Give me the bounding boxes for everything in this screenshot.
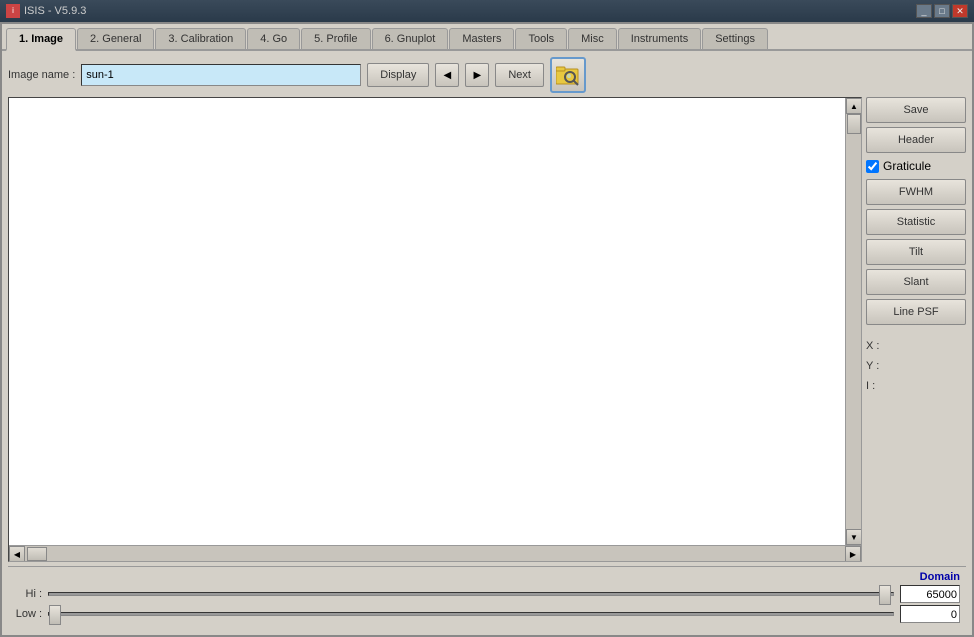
graticule-checkbox[interactable] xyxy=(866,160,879,173)
low-slider-track[interactable] xyxy=(48,612,894,616)
scroll-right-arrow[interactable]: ▶ xyxy=(845,546,861,562)
toolbar-row: Image name : Display ◀ ▶ Next xyxy=(8,57,966,93)
scroll-up-arrow[interactable]: ▲ xyxy=(846,98,861,114)
tab-general[interactable]: 2. General xyxy=(77,28,154,49)
hi-value: 65000 xyxy=(900,585,960,603)
window-title: ISIS - V5.9.3 xyxy=(24,5,86,17)
coord-y: Y : xyxy=(866,357,966,377)
hi-label: Hi : xyxy=(14,588,42,600)
scroll-left-arrow[interactable]: ◀ xyxy=(9,546,25,562)
h-scroll-thumb[interactable] xyxy=(27,547,47,561)
low-label: Low : xyxy=(14,608,42,620)
tab-tools[interactable]: Tools xyxy=(515,28,567,49)
low-slider-row: Low : 0 xyxy=(14,605,960,623)
hi-slider-row: Hi : 65000 xyxy=(14,585,960,603)
coord-area: X : Y : I : xyxy=(866,337,966,396)
title-bar: i ISIS - V5.9.3 _ □ ✕ xyxy=(0,0,974,22)
close-button[interactable]: ✕ xyxy=(952,4,968,18)
main-window: 1. Image 2. General 3. Calibration 4. Go… xyxy=(0,22,974,637)
scroll-down-arrow[interactable]: ▼ xyxy=(846,529,861,545)
tab-settings[interactable]: Settings xyxy=(702,28,768,49)
coord-i: I : xyxy=(866,377,966,397)
prev-nav-button[interactable]: ◀ xyxy=(435,63,459,87)
v-scrollbar[interactable]: ▲ ▼ xyxy=(845,98,861,545)
low-value: 0 xyxy=(900,605,960,623)
tab-profile[interactable]: 5. Profile xyxy=(301,28,370,49)
graticule-label: Graticule xyxy=(883,159,931,173)
tab-bar: 1. Image 2. General 3. Calibration 4. Go… xyxy=(2,24,972,51)
tab-instruments[interactable]: Instruments xyxy=(618,28,701,49)
line-psf-button[interactable]: Line PSF xyxy=(866,299,966,325)
v-scroll-thumb[interactable] xyxy=(847,114,861,134)
domain-label: Domain xyxy=(14,571,960,583)
v-scroll-track[interactable] xyxy=(846,114,861,529)
next-nav-button[interactable]: ▶ xyxy=(465,63,489,87)
h-scroll-track[interactable] xyxy=(25,546,845,561)
graticule-row: Graticule xyxy=(866,157,966,175)
low-slider-thumb[interactable] xyxy=(49,605,61,625)
hi-slider-thumb[interactable] xyxy=(879,585,891,605)
hi-slider-track[interactable] xyxy=(48,592,894,596)
tab-calibration[interactable]: 3. Calibration xyxy=(155,28,246,49)
header-button[interactable]: Header xyxy=(866,127,966,153)
maximize-button[interactable]: □ xyxy=(934,4,950,18)
h-scrollbar-area[interactable]: ◀ ▶ xyxy=(9,545,861,561)
tab-misc[interactable]: Misc xyxy=(568,28,617,49)
app-icon: i xyxy=(6,4,20,18)
folder-search-icon xyxy=(556,64,580,86)
image-name-label: Image name : xyxy=(8,69,75,81)
image-panel: ▲ ▼ ◀ ▶ xyxy=(8,97,862,562)
statistic-button[interactable]: Statistic xyxy=(866,209,966,235)
tilt-button[interactable]: Tilt xyxy=(866,239,966,265)
work-area: ▲ ▼ ◀ ▶ Save xyxy=(8,97,966,562)
save-button[interactable]: Save xyxy=(866,97,966,123)
tab-gnuplot[interactable]: 6. Gnuplot xyxy=(372,28,449,49)
tab-image[interactable]: 1. Image xyxy=(6,28,76,51)
image-canvas xyxy=(9,98,845,545)
display-button[interactable]: Display xyxy=(367,63,429,87)
image-name-input[interactable] xyxy=(81,64,361,86)
tab-go[interactable]: 4. Go xyxy=(247,28,300,49)
bottom-area: Domain Hi : 65000 Low : 0 xyxy=(8,566,966,629)
slant-button[interactable]: Slant xyxy=(866,269,966,295)
coord-x: X : xyxy=(866,337,966,357)
next-button[interactable]: Next xyxy=(495,63,544,87)
right-panel: Save Header Graticule FWHM Statistic Til… xyxy=(866,97,966,562)
minimize-button[interactable]: _ xyxy=(916,4,932,18)
tab-masters[interactable]: Masters xyxy=(449,28,514,49)
fwhm-button[interactable]: FWHM xyxy=(866,179,966,205)
content-area: Image name : Display ◀ ▶ Next xyxy=(2,51,972,635)
folder-button[interactable] xyxy=(550,57,586,93)
